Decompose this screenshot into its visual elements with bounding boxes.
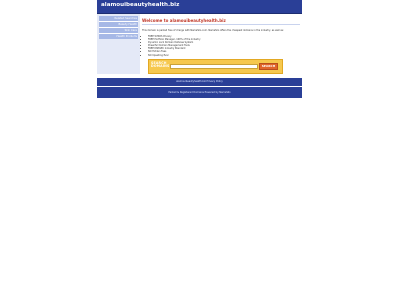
feature-list: FREE WHOIS Privacy FREE Portfolio Manage… <box>142 35 200 57</box>
search-button[interactable]: SEARCH <box>259 63 278 70</box>
sidebar: Related Searches Beauty Health Skin Care… <box>97 14 140 74</box>
domain-search-input[interactable] <box>170 64 258 69</box>
site-title[interactable]: alamouibeautyhealth.biz <box>101 2 179 8</box>
search-domains-label: SEARCH DOMAINS <box>151 61 170 69</box>
sidebar-item-health-products[interactable]: Health Products <box>99 34 138 39</box>
heading-divider <box>142 24 300 25</box>
welcome-heading: Welcome to alamouibeautyhealth.biz <box>142 18 226 23</box>
intro-text: This domain is parked free of charge wit… <box>142 29 284 32</box>
header-bar: alamouibeautyhealth.biz <box>97 0 302 14</box>
domain-search-box: SEARCH DOMAINS SEARCH <box>148 59 283 74</box>
footer-links[interactable]: alamouibeautyhealth.biz Privacy Policy <box>176 80 223 83</box>
footer-powered-bar: Parked & Registered Domains Powered by N… <box>97 87 302 98</box>
footer-powered-text[interactable]: Parked & Registered Domains Powered by N… <box>168 91 230 94</box>
list-item: NO Upselling Ever <box>148 54 200 57</box>
footer-links-bar: alamouibeautyhealth.biz Privacy Policy <box>97 78 302 86</box>
